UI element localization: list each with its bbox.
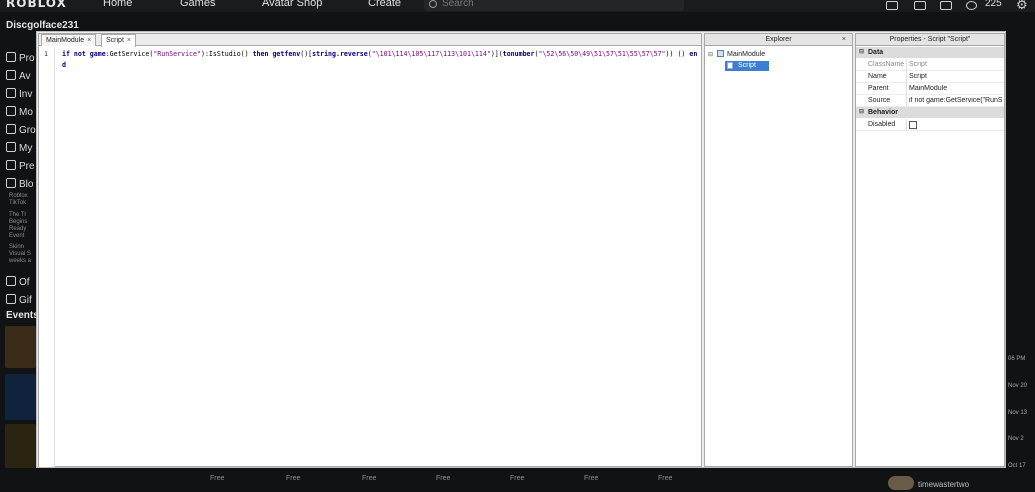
property-row-parent[interactable]: Parent MainModule	[856, 83, 1004, 95]
profile-icon	[6, 52, 16, 62]
blog-snippet-2[interactable]: The Tr Begins Ready Event	[9, 212, 27, 240]
friends-icon[interactable]	[886, 1, 898, 10]
search-placeholder: Search	[442, 0, 474, 9]
avatar[interactable]	[888, 476, 914, 490]
sidebar-item-gift-cards[interactable]: Gif	[6, 294, 32, 306]
collapse-icon[interactable]: ⊟	[859, 47, 864, 58]
property-row-classname: ClassName Script	[856, 59, 1004, 71]
store-icon	[6, 276, 16, 286]
nav-home[interactable]: Home	[103, 0, 132, 9]
sidebar-item-inventory[interactable]: Inv	[6, 88, 32, 100]
premium-icon	[6, 160, 16, 170]
line-number: 1	[44, 50, 48, 58]
script-editor: MainModule × Script × 1 if not game:GetSer…	[38, 33, 702, 467]
close-icon[interactable]: ×	[87, 37, 91, 44]
event-tile-1[interactable]	[5, 326, 36, 368]
gift-icon	[6, 294, 16, 304]
collapse-icon[interactable]: ⊟	[708, 51, 713, 58]
feed-date: Nov 13	[1008, 410, 1028, 416]
inventory-icon	[6, 88, 16, 98]
tab-mainmodule[interactable]: MainModule ×	[41, 34, 97, 46]
properties-title-bar: Properties - Script "Script"	[856, 34, 1004, 46]
messages-icon[interactable]	[914, 1, 926, 10]
script-icon	[727, 62, 733, 69]
tree-item-mainmodule[interactable]: MainModule	[717, 50, 765, 58]
blog-icon	[6, 178, 16, 188]
nav-create[interactable]: Create	[368, 0, 401, 9]
price-free: Free	[362, 475, 377, 482]
close-icon[interactable]: ×	[842, 34, 846, 45]
events-heading: Events	[6, 310, 39, 321]
gear-icon[interactable]: ⚙	[1016, 0, 1028, 12]
sidebar-item-my-feed[interactable]: My	[6, 142, 32, 154]
messages-sidebar-icon	[6, 106, 16, 116]
studio-window: MainModule × Script × 1 if not game:GetSer…	[36, 31, 1006, 468]
bottom-username[interactable]: timewastertwo	[918, 480, 969, 489]
background-right-column	[1006, 12, 1035, 492]
code-text-area[interactable]: if not game:GetService("RunService"):IsS…	[62, 49, 698, 71]
feed-date: Nov 20	[1008, 383, 1028, 389]
editor-tab-bar: MainModule × Script ×	[39, 34, 701, 47]
robux-icon[interactable]	[966, 1, 977, 10]
roblox-topbar: ROBLOX Home Games Avatar Shop Create Sea…	[0, 0, 1035, 12]
search-icon	[429, 0, 437, 8]
avatar-icon	[6, 70, 16, 80]
sidebar-item-groups[interactable]: Gro	[6, 124, 36, 136]
sidebar-item-official-store[interactable]: Of	[6, 276, 30, 288]
module-script-icon	[717, 50, 724, 57]
property-row-name[interactable]: Name Script	[856, 71, 1004, 83]
sidebar-item-messages[interactable]: Mo	[6, 106, 33, 118]
disabled-checkbox[interactable]	[909, 121, 917, 129]
feed-icon	[6, 142, 16, 152]
groups-icon	[6, 124, 16, 134]
property-row-source[interactable]: Source if not game:GetService("RunS...	[856, 95, 1004, 107]
feed-date: 06 PM	[1008, 356, 1026, 362]
event-tile-3[interactable]	[5, 424, 36, 468]
tree-item-script[interactable]: Script	[725, 61, 769, 71]
price-free: Free	[510, 475, 525, 482]
sidebar-item-premium[interactable]: Pre	[6, 160, 35, 172]
collapse-icon[interactable]: ⊟	[859, 107, 864, 118]
tab-script[interactable]: Script ×	[101, 34, 136, 47]
section-behavior[interactable]: ⊟ Behavior	[856, 107, 1004, 118]
sidebar-item-blog[interactable]: Blo	[6, 178, 33, 190]
price-free: Free	[210, 475, 225, 482]
price-free: Free	[584, 475, 599, 482]
notifications-icon[interactable]	[940, 1, 952, 10]
close-icon[interactable]: ×	[127, 37, 131, 44]
search-input[interactable]: Search	[424, 0, 684, 11]
robux-count[interactable]: 225	[985, 0, 1002, 9]
price-free: Free	[658, 475, 673, 482]
properties-panel: Properties - Script "Script" ⊟ Data Clas…	[855, 33, 1005, 467]
price-free: Free	[286, 475, 301, 482]
event-tile-2[interactable]	[5, 374, 36, 420]
blog-snippet-1[interactable]: Roblox TikTok	[9, 193, 28, 207]
explorer-panel: Explorer × ⊟ MainModule Script	[704, 33, 853, 467]
feed-date: Oct 17	[1008, 463, 1026, 469]
feed-date: Nov 2	[1008, 436, 1024, 442]
sidebar-username[interactable]: Discgolface231	[6, 20, 79, 31]
price-free: Free	[436, 475, 451, 482]
nav-games[interactable]: Games	[180, 0, 215, 9]
sidebar-item-avatar[interactable]: Av	[6, 70, 31, 82]
section-data[interactable]: ⊟ Data	[856, 47, 1004, 58]
blog-snippet-3[interactable]: Skinn Visual Sweeks a	[9, 244, 31, 265]
roblox-logo[interactable]: ROBLOX	[6, 0, 67, 10]
screen: ROBLOX Home Games Avatar Shop Create Sea…	[0, 0, 1035, 492]
nav-avatar-shop[interactable]: Avatar Shop	[262, 0, 322, 9]
sidebar-item-profile[interactable]: Pro	[6, 52, 35, 64]
explorer-title-bar: Explorer ×	[705, 34, 852, 46]
property-row-disabled: Disabled	[856, 119, 1004, 131]
line-number-gutter: 1	[39, 47, 55, 467]
